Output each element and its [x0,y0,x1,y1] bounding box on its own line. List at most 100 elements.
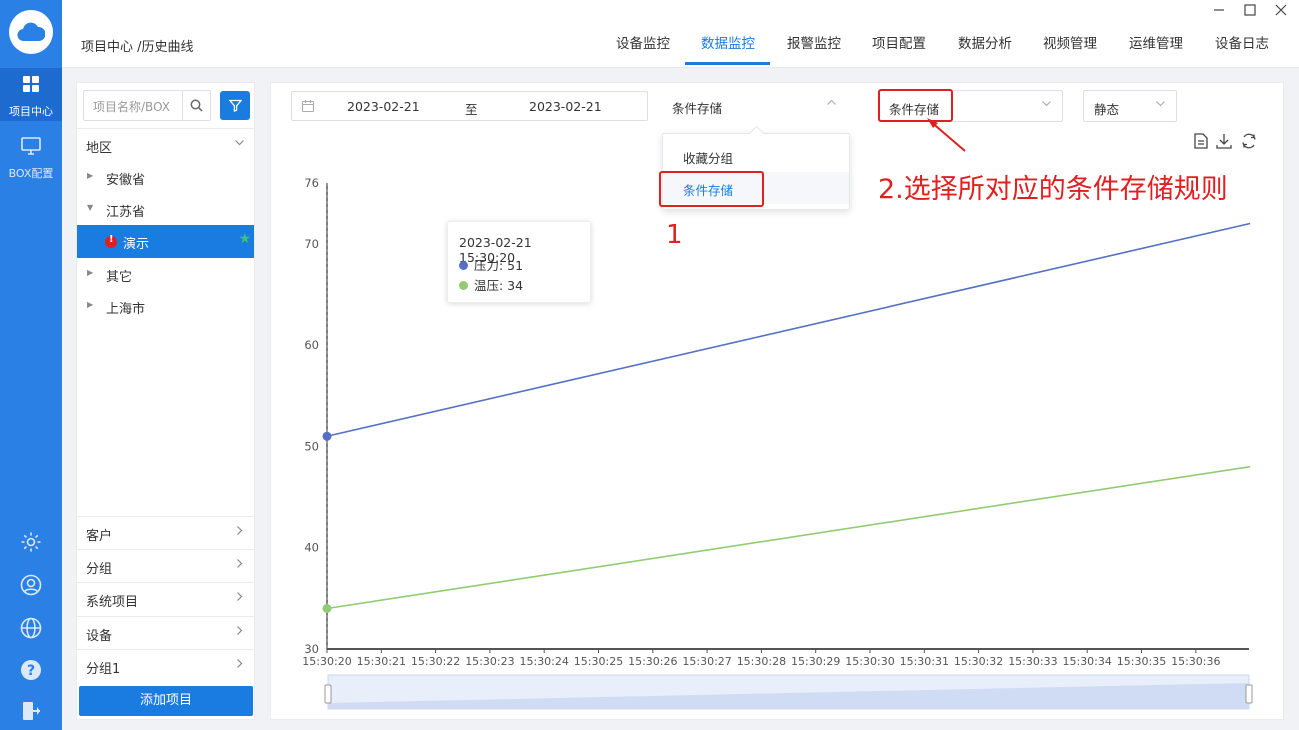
tab-video-management[interactable]: 视频管理 [1043,32,1097,52]
region-label: 地区 [86,141,113,156]
minimize-icon[interactable] [1213,4,1225,20]
option-label: 收藏分组 [683,151,734,166]
x-tick-label: 15:30:35 [1117,655,1166,668]
caret-right-icon: ▶ [87,300,94,309]
tab-data-analysis[interactable]: 数据分析 [958,32,1012,52]
app-rail: 项目中心 BOX配置 ? [0,0,62,730]
user-icon[interactable] [19,573,43,597]
x-tick-label: 15:30:26 [628,655,677,668]
add-project-button[interactable]: 添加项目 [79,686,253,716]
series-marker [459,281,468,290]
tooltip-value: 温压: 34 [474,278,524,293]
section-label: 设备 [86,629,113,644]
x-tick-label: 15:30:21 [357,655,406,668]
x-tick-label: 15:30:36 [1171,655,1220,668]
settings-icon[interactable] [19,530,43,554]
tree-item-label: 上海市 [106,302,146,317]
project-sidebar: 项目名称/BOX 地区 ▶ 安徽省 ▼ 江苏省 演示 ★ ▶ 其它 ▶ 上海市 … [76,82,255,720]
breadcrumb: 项目中心 /历史曲线 [81,40,194,55]
tree-item-label: 江苏省 [106,205,146,220]
section-customer[interactable]: 客户 [77,516,254,549]
section-device[interactable]: 设备 [77,616,254,649]
y-tick-label: 76 [304,176,319,190]
annotation-arrow [927,118,966,152]
tab-alarm-monitor[interactable]: 报警监控 [787,32,841,52]
tree-item-label: 安徽省 [106,173,146,188]
tree-item-other[interactable]: ▶ 其它 [77,258,254,291]
section-label: 客户 [86,529,113,544]
section-label: 系统项目 [86,595,139,610]
annotation-step2: 2.选择所对应的条件存储规则 [878,174,1228,205]
monitor-icon [19,134,43,158]
globe-icon[interactable] [19,616,43,640]
y-tick-label: 60 [304,338,319,352]
region-section-header[interactable]: 地区 [77,128,254,161]
y-tick-label: 40 [304,541,319,555]
x-tick-label: 15:30:31 [900,655,949,668]
section-group1[interactable]: 分组1 [77,649,254,682]
caret-right-icon: ▶ [87,268,94,277]
zoom-handle-right [1245,684,1253,704]
tree-item-demo[interactable]: 演示 ★ [77,225,254,258]
star-icon[interactable]: ★ [238,231,251,247]
annotation-step1: 1 [666,220,683,250]
caret-down-icon: ▼ [87,203,94,212]
x-tick-label: 15:30:24 [519,655,568,668]
y-tick-label: 50 [304,439,319,453]
x-tick-label: 15:30:30 [845,655,894,668]
option-favorite-group[interactable]: 收藏分组 [663,140,849,172]
maximize-icon[interactable] [1244,4,1256,20]
tab-device-monitor[interactable]: 设备监控 [616,32,670,52]
logout-icon[interactable] [19,699,43,723]
svg-text:?: ? [27,663,35,679]
section-system-project[interactable]: 系统项目 [77,582,254,615]
search-placeholder: 项目名称/BOX [93,100,170,114]
rail-item-project-center[interactable]: 项目中心 [0,68,62,121]
chevron-down-icon [234,136,245,152]
tooltip-value: 压力: 51 [474,258,524,273]
chevron-right-icon [234,557,245,573]
x-tick-label: 15:30:25 [574,655,623,668]
search-input[interactable]: 项目名称/BOX [83,90,211,121]
x-tick-label: 15:30:29 [791,655,840,668]
series-point [322,603,332,613]
tab-data-monitor[interactable]: 数据监控 [701,32,755,52]
section-group[interactable]: 分组 [77,549,254,582]
tab-project-config[interactable]: 项目配置 [872,32,926,52]
series-point [322,431,332,441]
tree-item-label: 其它 [106,270,133,285]
section-label: 分组1 [86,662,121,677]
x-tick-label: 15:30:27 [682,655,731,668]
x-tick-label: 15:30:34 [1062,655,1111,668]
rail-label: BOX配置 [8,167,54,180]
active-tab-indicator [685,62,770,65]
rail-item-box-config[interactable]: BOX配置 [0,132,62,180]
tree-item-label: 演示 [123,237,150,252]
series-marker [459,261,468,270]
grid-icon [19,72,43,96]
filter-button[interactable] [220,91,250,120]
tooltip-row-temp: 温压: 34 [459,275,523,294]
chevron-right-icon [234,524,245,540]
tab-device-log[interactable]: 设备日志 [1215,32,1269,52]
x-tick-label: 15:30:32 [954,655,1003,668]
chevron-right-icon [234,590,245,606]
app-header: 项目中心 /历史曲线 设备监控 数据监控 报警监控 项目配置 数据分析 视频管理… [62,0,1299,68]
highlight-dropdown-option [659,171,764,207]
x-tick-label: 15:30:20 [302,655,351,668]
history-curve-panel: 2023-02-21 至 2023-02-21 条件存储 条件存储 静态 30 4… [270,82,1284,720]
tree-item-shanghai[interactable]: ▶ 上海市 [77,290,254,323]
help-icon[interactable]: ? [19,658,43,682]
tree-item-jiangsu[interactable]: ▼ 江苏省 [77,193,254,226]
search-icon[interactable] [182,91,210,120]
series-line [326,465,1251,610]
caret-right-icon: ▶ [87,171,94,180]
zoom-handle-left [324,684,332,704]
tree-item-anhui[interactable]: ▶ 安徽省 [77,161,254,194]
tab-ops-management[interactable]: 运维管理 [1129,32,1183,52]
cloud-logo-icon [9,10,53,54]
x-tick-label: 15:30:33 [1008,655,1057,668]
alarm-icon [105,234,117,248]
close-icon[interactable] [1275,4,1287,20]
section-label: 分组 [86,562,113,577]
